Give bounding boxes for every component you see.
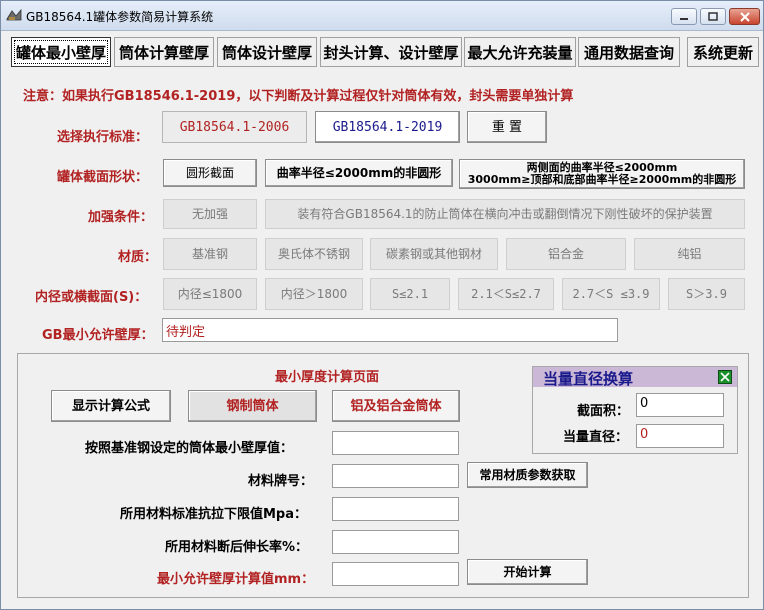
minimize-button[interactable] xyxy=(671,8,697,25)
converter-title: 当量直径换算 xyxy=(543,370,634,388)
material-base-steel-button[interactable]: 基准钢 xyxy=(163,238,257,270)
tensile-strength-label: 所用材料标准抗拉下限值Mpa： xyxy=(120,507,308,522)
steel-tank-button[interactable]: 钢制筒体 xyxy=(188,390,317,422)
base-steel-thickness-field[interactable] xyxy=(332,431,459,455)
shape-label: 罐体截面形状： xyxy=(57,170,149,185)
shape-circular-button[interactable]: 圆形截面 xyxy=(163,159,257,187)
reinforce-protection-button[interactable]: 装有符合GB18564.1的防止筒体在横向冲击或翻倒情况下刚性破坏的保护装置 xyxy=(265,199,745,229)
close-icon xyxy=(720,372,730,382)
diameter-label: 内径或横截面(S)： xyxy=(35,290,148,305)
material-al-alloy-button[interactable]: 铝合金 xyxy=(506,238,626,270)
section-2-7-3-9-button[interactable]: 2.7＜S ≤3.9 xyxy=(562,278,660,310)
base-steel-thickness-label: 按照基准钢设定的筒体最小壁厚值： xyxy=(85,441,294,456)
tab-max-fill[interactable]: 最大允许充装量 xyxy=(464,37,576,67)
tab-system-update[interactable]: 系统更新 xyxy=(687,37,759,67)
al-tank-button[interactable]: 铝及铝合金筒体 xyxy=(332,390,460,422)
material-grade-field[interactable] xyxy=(332,464,459,488)
material-label: 材质： xyxy=(118,250,158,265)
shape-special-line2: 3000mm≥顶部和底部曲率半径≥2000mm的非圆形 xyxy=(467,173,737,186)
material-pure-al-button[interactable]: 纯铝 xyxy=(634,238,745,270)
gb-min-field[interactable]: 待判定 xyxy=(162,318,618,342)
main-window: GB18564.1罐体参数简易计算系统 罐体最小壁厚 筒体计算壁厚 筒体设计壁厚… xyxy=(0,0,764,610)
reinforce-label: 加强条件： xyxy=(88,210,154,225)
tensile-strength-field[interactable] xyxy=(332,497,459,521)
standard-label: 选择执行标准： xyxy=(57,130,149,145)
converter-header: 当量直径换算 xyxy=(533,367,737,388)
converter-close-button[interactable] xyxy=(718,370,732,384)
app-icon xyxy=(6,8,22,22)
section-le-2-1-button[interactable]: S≤2.1 xyxy=(370,278,450,310)
close-icon xyxy=(739,11,750,22)
calc-panel-title: 最小厚度计算页面 xyxy=(275,370,380,385)
standard-2006-button[interactable]: GB18564.1-2006 xyxy=(162,111,307,143)
diameter-le-1800-button[interactable]: 内径≤1800 xyxy=(163,278,257,310)
tab-shell-design-thickness[interactable]: 筒体设计壁厚 xyxy=(217,37,317,67)
maximize-icon xyxy=(708,12,718,21)
close-button[interactable] xyxy=(729,8,760,25)
shape-special-noncircular-button[interactable]: 两侧面的曲率半径≤2000mm 3000mm≥顶部和底部曲率半径≥2000mm的… xyxy=(459,159,745,189)
diameter-gt-1800-button[interactable]: 内径＞1800 xyxy=(265,278,363,310)
elongation-label: 所用材料断后伸长率%： xyxy=(165,540,309,555)
minimize-icon xyxy=(680,17,688,20)
tab-shell-calc-thickness[interactable]: 筒体计算壁厚 xyxy=(114,37,214,67)
tab-data-query[interactable]: 通用数据查询 xyxy=(578,37,680,67)
area-label: 截面积： xyxy=(577,404,630,419)
gb-min-label: GB最小允许壁厚： xyxy=(42,328,154,343)
material-grade-label: 材料牌号： xyxy=(248,474,314,489)
area-field[interactable]: 0 xyxy=(636,393,724,417)
window-title: GB18564.1罐体参数简易计算系统 xyxy=(26,10,214,24)
min-thickness-result-label: 最小允许壁厚计算值mm： xyxy=(157,572,315,587)
equivalent-diameter-label: 当量直径： xyxy=(563,430,629,445)
equivalent-diameter-field[interactable]: 0 xyxy=(636,424,724,448)
tab-head-thickness[interactable]: 封头计算、设计壁厚 xyxy=(320,37,462,67)
standard-2019-button[interactable]: GB18564.1-2019 xyxy=(315,111,460,143)
reinforce-none-button[interactable]: 无加强 xyxy=(163,199,257,229)
material-carbon-steel-button[interactable]: 碳素钢或其他钢材 xyxy=(370,238,498,270)
get-material-params-button[interactable]: 常用材质参数获取 xyxy=(467,462,588,488)
show-formula-button[interactable]: 显示计算公式 xyxy=(51,390,171,422)
section-2-1-2-7-button[interactable]: 2.1＜S≤2.7 xyxy=(458,278,554,310)
tab-tank-min-thickness[interactable]: 罐体最小壁厚 xyxy=(11,37,111,67)
notice-text: 注意：如果执行GB18546.1-2019，以下判断及计算过程仅针对筒体有效，封… xyxy=(23,89,574,104)
start-calc-button[interactable]: 开始计算 xyxy=(467,559,588,585)
material-austenitic-button[interactable]: 奥氏体不锈钢 xyxy=(265,238,363,270)
shape-noncircular-button[interactable]: 曲率半径≤2000mm的非圆形 xyxy=(265,159,453,187)
title-bar: GB18564.1罐体参数简易计算系统 xyxy=(1,1,763,31)
reset-button[interactable]: 重 置 xyxy=(467,111,547,143)
maximize-button[interactable] xyxy=(700,8,726,25)
elongation-field[interactable] xyxy=(332,530,459,554)
section-gt-3-9-button[interactable]: S＞3.9 xyxy=(668,278,745,310)
min-thickness-result-field[interactable] xyxy=(332,562,459,586)
